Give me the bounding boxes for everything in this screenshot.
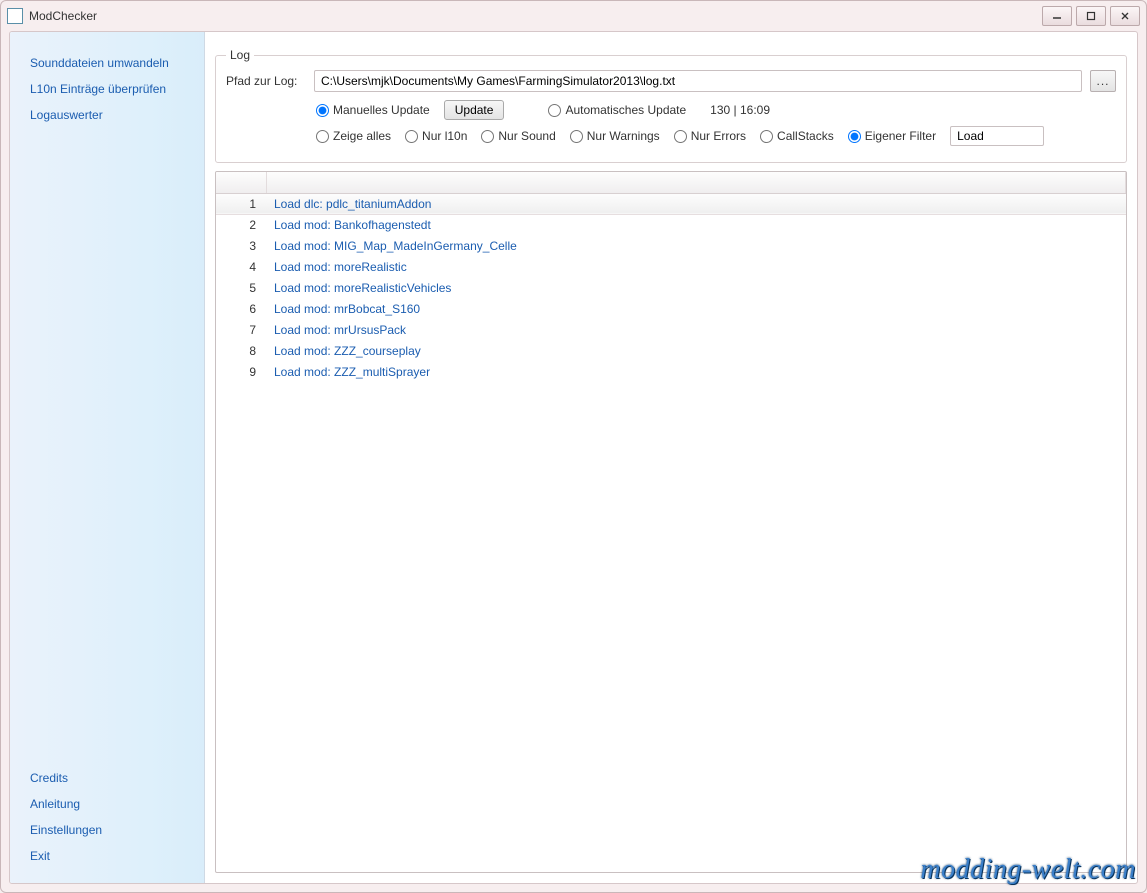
- filter-warnings[interactable]: Nur Warnings: [570, 129, 660, 143]
- row-message: Load mod: ZZZ_multiSprayer: [266, 361, 1126, 382]
- radio-auto-update-label: Automatisches Update: [565, 103, 686, 117]
- row-number: 9: [216, 361, 266, 382]
- filter-l10n-input[interactable]: [405, 130, 418, 143]
- log-group: Log Pfad zur Log: ... Manuelles Update U…: [215, 48, 1127, 163]
- filter-custom[interactable]: Eigener Filter: [848, 129, 936, 143]
- sidebar-item-log-analyzer[interactable]: Logauswerter: [26, 102, 188, 128]
- row-number: 8: [216, 340, 266, 361]
- row-message: Load mod: MIG_Map_MadeInGermany_Celle: [266, 235, 1126, 256]
- grid-header-row[interactable]: [216, 172, 1126, 193]
- row-number: 7: [216, 319, 266, 340]
- client-area: Sounddateien umwandeln L10n Einträge übe…: [9, 31, 1138, 884]
- sidebar-item-l10n-check[interactable]: L10n Einträge überprüfen: [26, 76, 188, 102]
- row-message: Load mod: mrUrsusPack: [266, 319, 1126, 340]
- grid-header-num[interactable]: [216, 172, 266, 193]
- titlebar[interactable]: ModChecker: [1, 1, 1146, 31]
- row-message: Load mod: moreRealistic: [266, 256, 1126, 277]
- filter-custom-input[interactable]: [848, 130, 861, 143]
- minimize-button[interactable]: [1042, 6, 1072, 26]
- filter-sound[interactable]: Nur Sound: [481, 129, 555, 143]
- filter-all[interactable]: Zeige alles: [316, 129, 391, 143]
- log-path-input[interactable]: [314, 70, 1082, 92]
- filter-callstacks[interactable]: CallStacks: [760, 129, 834, 143]
- row-number: 6: [216, 298, 266, 319]
- table-row[interactable]: 5Load mod: moreRealisticVehicles: [216, 277, 1126, 298]
- filter-callstacks-input[interactable]: [760, 130, 773, 143]
- radio-manual-update-label: Manuelles Update: [333, 103, 430, 117]
- radio-manual-update[interactable]: Manuelles Update: [316, 103, 430, 117]
- row-number: 5: [216, 277, 266, 298]
- table-row[interactable]: 7Load mod: mrUrsusPack: [216, 319, 1126, 340]
- status-text: 130 | 16:09: [710, 103, 770, 117]
- grid-header-msg[interactable]: [266, 172, 1126, 193]
- custom-filter-input[interactable]: [950, 126, 1044, 146]
- row-message: Load mod: moreRealisticVehicles: [266, 277, 1126, 298]
- filter-sound-label: Nur Sound: [498, 129, 555, 143]
- sidebar-item-manual[interactable]: Anleitung: [26, 791, 188, 817]
- log-group-legend: Log: [226, 48, 254, 62]
- filter-all-label: Zeige alles: [333, 129, 391, 143]
- filter-errors-label: Nur Errors: [691, 129, 746, 143]
- filter-errors-input[interactable]: [674, 130, 687, 143]
- maximize-icon: [1086, 11, 1096, 21]
- table-row[interactable]: 2Load mod: Bankofhagenstedt: [216, 214, 1126, 235]
- sidebar-item-exit[interactable]: Exit: [26, 843, 188, 869]
- row-message: Load mod: mrBobcat_S160: [266, 298, 1126, 319]
- path-label: Pfad zur Log:: [226, 74, 306, 88]
- sidebar-item-settings[interactable]: Einstellungen: [26, 817, 188, 843]
- filter-sound-input[interactable]: [481, 130, 494, 143]
- filter-warnings-label: Nur Warnings: [587, 129, 660, 143]
- update-button[interactable]: Update: [444, 100, 505, 120]
- filter-errors[interactable]: Nur Errors: [674, 129, 746, 143]
- row-message: Load dlc: pdlc_titaniumAddon: [266, 193, 1126, 214]
- radio-manual-update-input[interactable]: [316, 104, 329, 117]
- row-number: 2: [216, 214, 266, 235]
- filter-l10n-label: Nur l10n: [422, 129, 467, 143]
- sidebar-item-credits[interactable]: Credits: [26, 765, 188, 791]
- sidebar: Sounddateien umwandeln L10n Einträge übe…: [10, 32, 205, 883]
- row-number: 1: [216, 193, 266, 214]
- table-row[interactable]: 9Load mod: ZZZ_multiSprayer: [216, 361, 1126, 382]
- table-row[interactable]: 4Load mod: moreRealistic: [216, 256, 1126, 277]
- log-grid[interactable]: 1Load dlc: pdlc_titaniumAddon2Load mod: …: [215, 171, 1127, 873]
- app-icon: [7, 8, 23, 24]
- window-title: ModChecker: [29, 9, 1042, 23]
- filter-all-input[interactable]: [316, 130, 329, 143]
- filter-custom-label: Eigener Filter: [865, 129, 936, 143]
- table-row[interactable]: 8Load mod: ZZZ_courseplay: [216, 340, 1126, 361]
- radio-auto-update-input[interactable]: [548, 104, 561, 117]
- filter-callstacks-label: CallStacks: [777, 129, 834, 143]
- row-message: Load mod: Bankofhagenstedt: [266, 214, 1126, 235]
- browse-button[interactable]: ...: [1090, 70, 1116, 92]
- main-panel: Log Pfad zur Log: ... Manuelles Update U…: [205, 32, 1137, 883]
- app-window: ModChecker Sounddateien umwandeln L10n E…: [0, 0, 1147, 893]
- filter-warnings-input[interactable]: [570, 130, 583, 143]
- filter-l10n[interactable]: Nur l10n: [405, 129, 467, 143]
- minimize-icon: [1052, 11, 1062, 21]
- table-row[interactable]: 6Load mod: mrBobcat_S160: [216, 298, 1126, 319]
- row-number: 3: [216, 235, 266, 256]
- row-number: 4: [216, 256, 266, 277]
- close-button[interactable]: [1110, 6, 1140, 26]
- sidebar-item-sound-convert[interactable]: Sounddateien umwandeln: [26, 50, 188, 76]
- table-row[interactable]: 3Load mod: MIG_Map_MadeInGermany_Celle: [216, 235, 1126, 256]
- row-message: Load mod: ZZZ_courseplay: [266, 340, 1126, 361]
- window-controls: [1042, 6, 1140, 26]
- table-row[interactable]: 1Load dlc: pdlc_titaniumAddon: [216, 193, 1126, 214]
- close-icon: [1120, 11, 1130, 21]
- radio-auto-update[interactable]: Automatisches Update: [548, 103, 686, 117]
- maximize-button[interactable]: [1076, 6, 1106, 26]
